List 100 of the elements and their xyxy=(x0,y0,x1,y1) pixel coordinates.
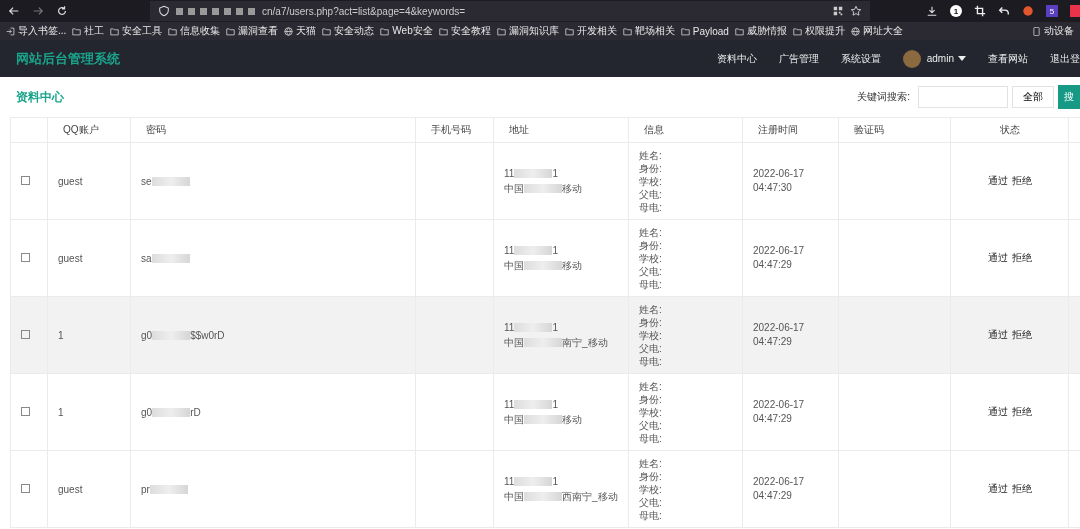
redacted-block xyxy=(524,492,562,501)
redacted-block xyxy=(514,246,553,255)
row-checkbox[interactable] xyxy=(21,483,30,493)
bookmark-item[interactable]: 安全工具 xyxy=(110,24,163,38)
date-text: 2022-06-17 xyxy=(753,167,806,181)
bookmark-item[interactable]: 天猫 xyxy=(284,24,317,38)
date-text: 2022-06-17 xyxy=(753,321,806,335)
address-bar[interactable]: cn/a7/users.php?act=list&page=4&keywords= xyxy=(150,1,870,21)
bookmark-item[interactable]: 安全动态 xyxy=(322,24,375,38)
address-text: 中国 xyxy=(504,259,524,273)
info-label: 母电: xyxy=(639,354,663,368)
redacted-block xyxy=(152,407,191,417)
url-text: cn/a7/users.php?act=list&page=4&keywords= xyxy=(262,5,466,17)
row-checkbox[interactable] xyxy=(21,406,30,416)
status-action-link[interactable]: 通过 xyxy=(987,406,1008,417)
address-text: 11 xyxy=(504,398,515,412)
row-checkbox[interactable] xyxy=(21,329,30,339)
bookmark-item[interactable]: 漏洞知识库 xyxy=(496,24,559,38)
counter-badge[interactable]: 1 xyxy=(950,5,962,17)
column-header: 状态 xyxy=(950,117,1069,143)
status-action-link[interactable]: 通过 xyxy=(987,175,1008,186)
bookmark-item[interactable]: 网址大全 xyxy=(850,24,903,38)
column-header: 手机号码 xyxy=(415,117,494,143)
folder-icon xyxy=(734,26,744,36)
address-text: 西南宁_移动 xyxy=(562,490,618,504)
star-icon[interactable] xyxy=(850,5,862,17)
status-action-link[interactable]: 拒绝 xyxy=(1011,406,1032,417)
extension-badge[interactable]: 5 xyxy=(1046,5,1058,17)
bookmark-item[interactable]: 社工 xyxy=(72,24,105,38)
mobile-bookmarks[interactable]: 动设备 xyxy=(1032,24,1074,38)
bookmark-item[interactable]: 开发相关 xyxy=(564,24,617,38)
redacted-block xyxy=(514,323,553,332)
info-label: 母电: xyxy=(639,508,663,522)
nav-link[interactable]: 查看网站 xyxy=(988,51,1028,66)
password-text: g0 xyxy=(141,328,153,343)
status-action-link[interactable]: 通过 xyxy=(987,252,1008,263)
info-label: 父电: xyxy=(639,264,663,278)
address-text: 移动 xyxy=(562,182,582,196)
info-label: 姓名: xyxy=(639,379,663,393)
undo-icon[interactable] xyxy=(998,5,1010,17)
date-text: 2022-06-17 xyxy=(753,244,806,258)
row-checkbox[interactable] xyxy=(21,175,30,185)
status-action-link[interactable]: 通过 xyxy=(987,483,1008,494)
info-label: 姓名: xyxy=(639,456,663,470)
bookmark-item[interactable]: 导入书签... xyxy=(6,24,67,38)
all-button[interactable]: 全部 xyxy=(1012,86,1054,108)
info-label: 身份: xyxy=(639,469,663,483)
nav-link[interactable]: 广告管理 xyxy=(778,51,819,66)
redacted-block xyxy=(151,176,190,186)
table-cell: guest xyxy=(47,450,131,528)
address-text: 11 xyxy=(504,244,515,258)
bookmark-item[interactable]: 威胁情报 xyxy=(734,24,787,38)
password-text: g0 xyxy=(141,405,153,420)
address-text: 南宁_移动 xyxy=(562,336,608,350)
phone-icon xyxy=(1032,26,1041,36)
info-label: 父电: xyxy=(639,187,663,201)
status-action-link[interactable]: 拒绝 xyxy=(1011,329,1032,340)
folder-icon xyxy=(322,26,332,36)
avatar[interactable] xyxy=(902,49,921,68)
forward-icon[interactable] xyxy=(32,5,44,17)
folder-icon xyxy=(792,26,802,36)
nav-link[interactable]: 系统设置 xyxy=(840,51,881,66)
address-text: 11 xyxy=(504,321,515,335)
column-header: 验证码 xyxy=(838,117,951,143)
bookmark-item[interactable]: 信息收集 xyxy=(168,24,221,38)
nav-link[interactable]: 资料中心 xyxy=(716,51,757,66)
user-menu[interactable]: admin xyxy=(926,53,966,64)
time-text: 04:47:29 xyxy=(753,412,793,426)
bookmark-item[interactable]: 安全教程 xyxy=(438,24,491,38)
bookmark-item[interactable]: Web安全 xyxy=(380,24,433,38)
crop-icon[interactable] xyxy=(974,5,986,17)
redacted-block xyxy=(151,253,190,263)
search-field[interactable] xyxy=(918,86,1008,108)
table-cell: guest xyxy=(47,219,131,297)
status-action-link[interactable]: 拒绝 xyxy=(1011,252,1032,263)
search-button[interactable]: 搜 xyxy=(1058,85,1080,109)
qr-code-icon[interactable] xyxy=(832,5,844,17)
import-icon xyxy=(6,26,15,36)
download-icon[interactable] xyxy=(926,5,938,17)
bookmark-item[interactable]: 权限提升 xyxy=(792,24,845,38)
password-text: sa xyxy=(141,251,152,266)
time-text: 04:47:29 xyxy=(753,258,793,272)
reload-icon[interactable] xyxy=(56,5,68,17)
bookmark-item[interactable]: 靶场相关 xyxy=(622,24,675,38)
status-action-link[interactable]: 通过 xyxy=(987,329,1008,340)
address-text: 中国 xyxy=(504,336,524,350)
date-text: 2022-06-17 xyxy=(753,475,806,489)
column-header: 信息 xyxy=(628,117,743,143)
row-checkbox[interactable] xyxy=(21,252,30,262)
status-action-link[interactable]: 拒绝 xyxy=(1011,483,1032,494)
bookmark-item[interactable]: Payload xyxy=(680,25,729,37)
redacted-block xyxy=(514,169,553,178)
back-icon[interactable] xyxy=(8,5,20,17)
address-text: 11 xyxy=(504,167,515,181)
redacted-block xyxy=(514,400,553,409)
nav-link[interactable]: 退出登 xyxy=(1050,51,1080,66)
bookmark-item[interactable]: 漏洞查看 xyxy=(226,24,279,38)
address-text: 1 xyxy=(552,321,558,335)
redacted-block xyxy=(514,477,553,486)
status-action-link[interactable]: 拒绝 xyxy=(1011,175,1032,186)
